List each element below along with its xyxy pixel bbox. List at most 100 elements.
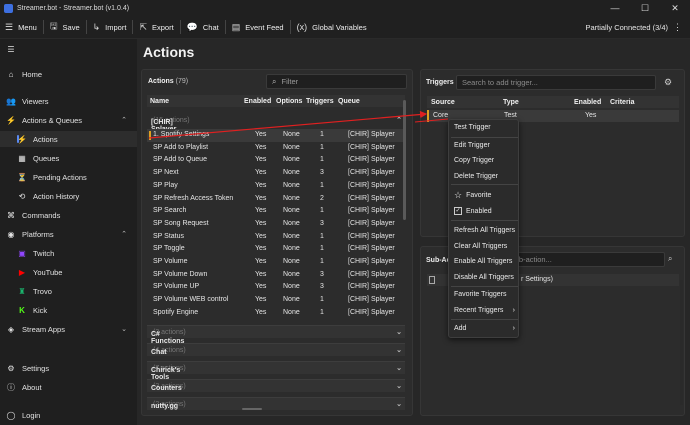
about-icon: ⓘ [7,382,15,392]
menu-item-delete-trigger[interactable]: Delete Trigger [454,173,498,180]
sidebar-item-commands[interactable]: ⌘ Commands [0,207,137,223]
action-cell: None [283,258,300,265]
action-cell: 1 [320,245,324,253]
column-header-trigger-enabled[interactable]: Enabled [574,99,601,106]
sidebar-item-trovo[interactable]: ♜ Trovo [0,283,137,299]
action-row[interactable]: SP Song Request Yes None 3 [CHIR] Splayer [147,218,405,231]
chevron-down-icon: ⌄ [396,347,402,354]
column-header-triggers[interactable]: Triggers [306,98,334,105]
sidebar-item-settings[interactable]: ⚙ Settings [0,360,137,376]
actions-filter-input[interactable]: ⌕ Filter [266,74,407,89]
subactions-scrollbar[interactable] [680,280,683,405]
export-button[interactable]: ⇱ Export [134,16,178,39]
toolbar-divider [42,20,44,34]
sidebar-item-twitch[interactable]: ▣ Twitch [0,245,137,261]
sidebar-item-viewers[interactable]: 👥 Viewers [0,93,137,109]
sidebar-item-stream-apps[interactable]: ◈ Stream Apps ⌄ [0,321,137,337]
menu-item-favorite[interactable]: ☆ Favorite [454,190,491,201]
action-row[interactable]: SP Volume UP Yes None 3 [CHIR] Splayer [147,281,405,294]
minimize-button[interactable]: — [600,0,630,16]
sidebar-item-actions[interactable]: ⚡ Actions [0,131,137,147]
action-cell: None [283,207,300,215]
subaction-search-input[interactable]: sub-action... [505,252,665,267]
gear-icon[interactable]: ⚙ [664,77,672,88]
pending-actions-icon: ⏳ [17,172,27,182]
menu-item-enabled[interactable]: ✓ Enabled [454,207,492,215]
action-row[interactable]: SP Add to Queue Yes None 1 [CHIR] Splayer [147,154,405,167]
action-row[interactable]: SP Search Yes None 1 [CHIR] Splayer [147,205,405,218]
action-cell: None [283,169,300,177]
column-header-criteria[interactable]: Criteria [610,99,635,106]
action-cell: None [283,232,300,240]
event-feed-button[interactable]: ▤ Event Feed [227,16,289,39]
action-cell: 3 [320,270,324,278]
sidebar-item-actions-queues[interactable]: ⚡ Actions & Queues ⌃ [0,112,137,128]
actions-scrollbar[interactable] [403,100,406,220]
maximize-button[interactable]: ☐ [630,0,660,16]
column-header-queue[interactable]: Queue [338,98,360,105]
menu-item-test-trigger[interactable]: Test Trigger [454,124,491,131]
column-header-name[interactable]: Name [150,98,169,105]
close-button[interactable]: ✕ [660,0,690,16]
action-cell: Yes [255,308,267,316]
column-header-enabled[interactable]: Enabled [244,98,271,105]
column-header-options[interactable]: Options [276,98,302,105]
toolbar-divider [179,20,181,34]
action-group-header[interactable]: Chat (4 actions) ⌄ [147,343,405,356]
action-group-header[interactable]: Chirick's Tools (7 actions) ⌄ [147,361,405,381]
action-row[interactable]: SP Refresh Access Token Yes None 2 [CHIR] Sp… [147,193,405,206]
action-row[interactable]: SP Play Yes None 1 [CHIR] Splayer [147,180,405,193]
subaction-expander[interactable] [429,276,435,284]
menu-item-copy-trigger[interactable]: Copy Trigger [454,157,494,164]
menu-button[interactable]: ☰ Menu [0,16,42,39]
action-cell: Yes [255,181,267,189]
sidebar-item-action-history[interactable]: ⟲ Action History [0,188,137,204]
menu-item-clear-all-triggers[interactable]: Clear All Triggers [454,243,507,250]
more-options-icon[interactable]: ⋮ [673,22,682,33]
action-cell: [CHIR] Splayer [348,194,395,202]
action-row[interactable]: SP Next Yes None 3 [CHIR] Splayer [147,167,405,180]
import-button[interactable]: ↳ Import [88,16,132,39]
menu-item-favorite-triggers[interactable]: Favorite Triggers [454,291,507,298]
search-icon: ⌕ [272,76,277,86]
action-row[interactable]: SP Add to Playlist Yes None 1 [CHIR] Splayer [147,142,405,155]
column-header-type[interactable]: Type [503,99,519,106]
trigger-search-input[interactable]: Search to add trigger... [456,75,656,90]
action-group-header[interactable]: C# Functions (3 actions) ⌄ [147,325,405,345]
action-row[interactable]: SP Status Yes None 1 [CHIR] Splayer [147,231,405,244]
connection-status[interactable]: Partially Connected (3/4) ⋮ [585,16,682,39]
sidebar-item-kick[interactable]: K Kick [0,302,137,318]
menu-item-edit-trigger[interactable]: Edit Trigger [454,142,490,149]
sidebar-item-youtube[interactable]: ▶ YouTube [0,264,137,280]
action-row[interactable]: SP Volume WEB control Yes None 1 [CHIR] Spla… [147,294,405,307]
menu-item-disable-all-triggers[interactable]: Disable All Triggers [454,274,514,281]
action-row[interactable]: 1. Spotify Settings Yes None 1 [CHIR] Splaye… [147,129,405,142]
action-row[interactable]: Spotify Engine Yes None 1 [CHIR] Splayer [147,307,405,320]
sidebar-collapse-button[interactable]: ☰ [0,41,137,57]
chat-button[interactable]: 💬 Chat [182,16,224,39]
sidebar-item-login[interactable]: ◯ Login [0,407,137,423]
action-group-header[interactable]: nutty.gg (2 actions) ⌄ [147,397,405,410]
action-row[interactable]: SP Toggle Yes None 1 [CHIR] Splayer [147,243,405,256]
action-group-header[interactable]: Counters (3 actions) ⌄ [147,379,405,392]
action-cell: [CHIR] Splayer [348,232,395,240]
column-header-source[interactable]: Source [431,99,455,106]
action-group-header[interactable]: [CHIR] Splayer(15 actions)⌃ [147,114,405,134]
sidebar-item-queues[interactable]: ▦ Queues [0,150,137,166]
sidebar-item-home[interactable]: ⌂ Home [0,66,137,82]
viewers-icon: 👥 [6,96,16,106]
group-name: nutty.gg [151,403,179,410]
menu-item-refresh-all-triggers[interactable]: Refresh All Triggers [454,227,515,234]
sidebar-item-about[interactable]: ⓘ About [0,379,137,395]
global-variables-button[interactable]: (x) Global Variables [292,16,372,39]
sidebar-item-platforms[interactable]: ◉ Platforms ⌃ [0,226,137,242]
action-row[interactable]: SP Volume Yes None 1 [CHIR] Splayer [147,256,405,269]
action-row[interactable]: SP Volume Down Yes None 3 [CHIR] Splayer [147,269,405,282]
sidebar-item-pending-actions[interactable]: ⏳ Pending Actions [0,169,137,185]
menu-item-enable-all-triggers[interactable]: Enable All Triggers [454,258,512,265]
search-icon[interactable]: ⌕ [668,254,672,264]
actions-hscrollbar[interactable] [242,408,262,410]
menu-item-add[interactable]: Add › [454,325,515,332]
menu-item-recent-triggers[interactable]: Recent Triggers › [454,307,515,314]
save-button[interactable]: 🖫 Save [45,16,85,39]
